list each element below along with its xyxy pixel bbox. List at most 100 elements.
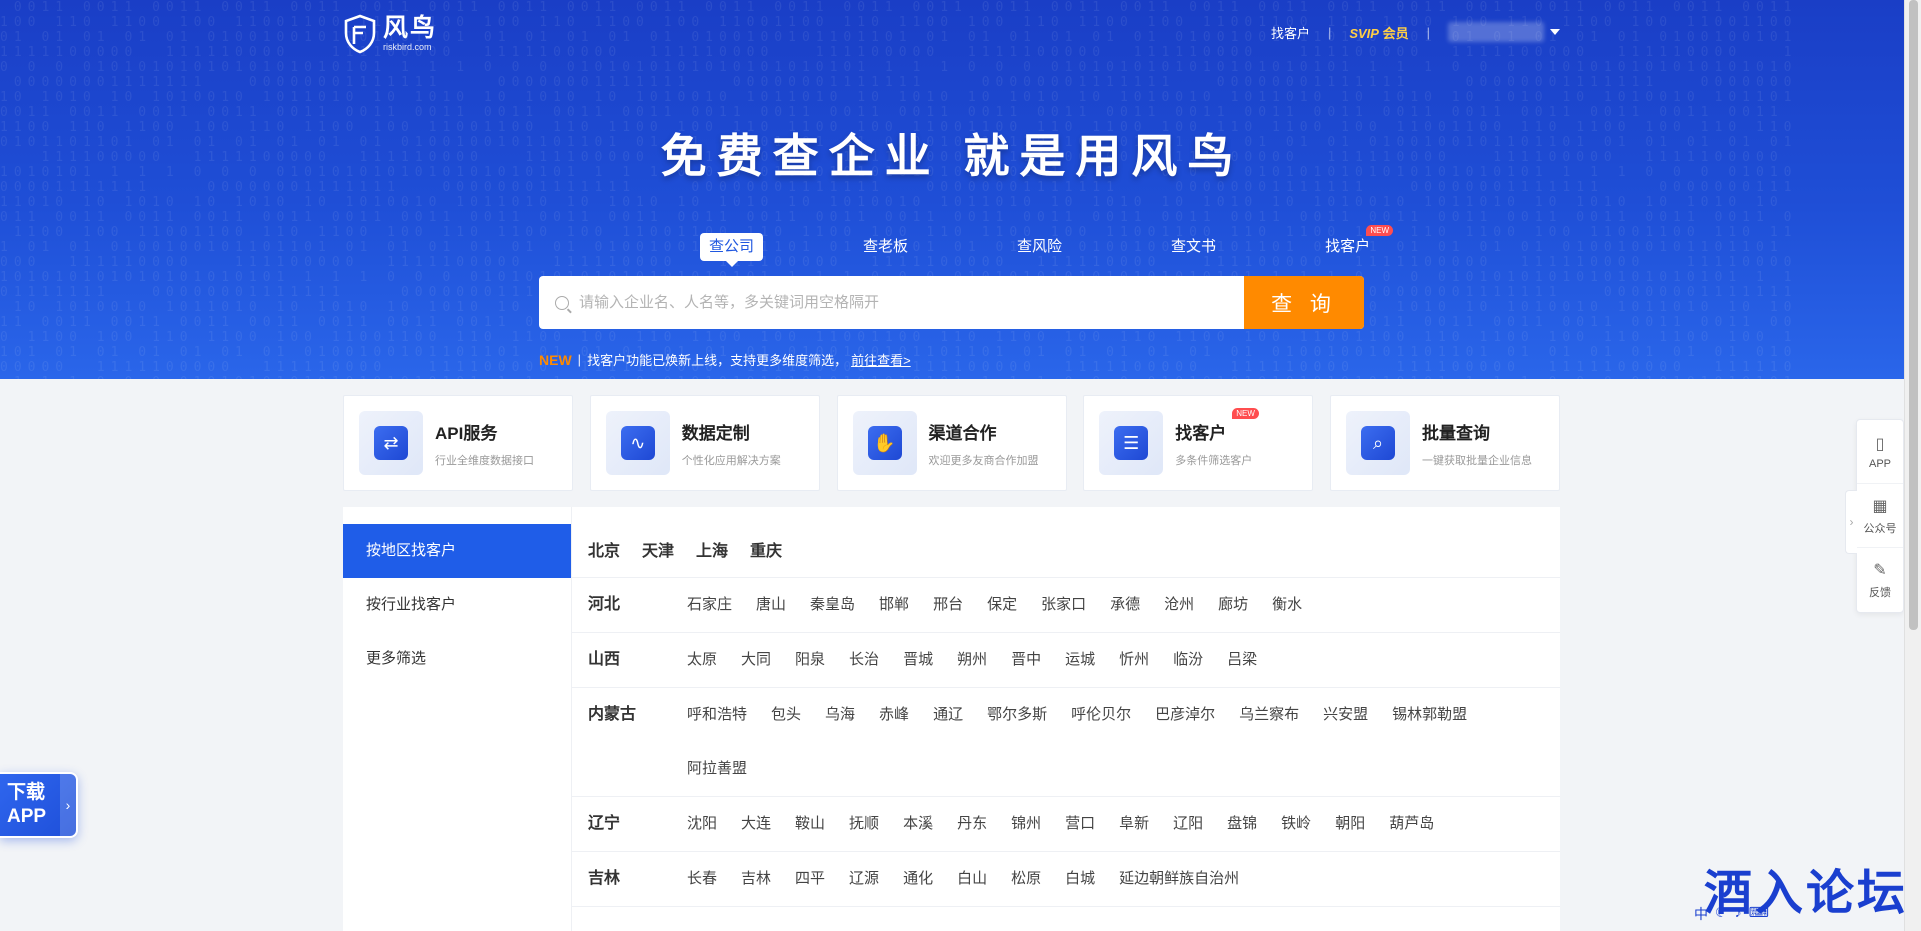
city-link[interactable]: 晋中 xyxy=(1011,633,1041,687)
city-link[interactable]: 临汾 xyxy=(1173,633,1203,687)
city-link[interactable]: 营口 xyxy=(1065,797,1095,851)
province-name[interactable]: 山西 xyxy=(588,633,687,687)
chevron-right-icon[interactable]: › xyxy=(1845,490,1857,554)
city-link[interactable]: 阜新 xyxy=(1119,797,1149,851)
search-button[interactable]: 查 询 xyxy=(1244,276,1364,329)
city-link[interactable]: 兴安盟 xyxy=(1323,688,1368,742)
tab-risk[interactable]: 查风险 xyxy=(1008,233,1071,261)
city-link[interactable]: 吕梁 xyxy=(1227,633,1257,687)
city-link[interactable]: 盘锦 xyxy=(1227,797,1257,851)
city-link[interactable]: 张家口 xyxy=(1041,578,1086,632)
province-name[interactable]: 吉林 xyxy=(588,852,687,906)
city-link[interactable]: 太原 xyxy=(687,633,717,687)
province-name[interactable]: 辽宁 xyxy=(588,797,687,851)
logo[interactable]: 风鸟 riskbird.com xyxy=(343,14,437,54)
city-link[interactable]: 邢台 xyxy=(933,578,963,632)
search-tabs: 查公司 查老板 查风险 查文书 找客户 NEW xyxy=(700,225,1470,267)
city-link[interactable]: 辽源 xyxy=(849,852,879,906)
city-link[interactable]: 长治 xyxy=(849,633,879,687)
municipality-link[interactable]: 天津 xyxy=(642,537,674,561)
new-badge: NEW xyxy=(1232,408,1259,419)
sidebar-item-by-region[interactable]: 按地区找客户 xyxy=(343,524,571,578)
tab-company[interactable]: 查公司 xyxy=(700,233,764,267)
notice-link[interactable]: 前往查看> xyxy=(851,350,911,369)
municipality-link[interactable]: 北京 xyxy=(588,537,620,561)
page-scrollbar[interactable] xyxy=(1904,0,1921,931)
city-link[interactable]: 本溪 xyxy=(903,797,933,851)
city-link[interactable]: 大同 xyxy=(741,633,771,687)
sidebar: 按地区找客户 按行业找客户 更多筛选 xyxy=(343,507,572,931)
svip-link[interactable]: SVIP 会员 xyxy=(1349,23,1408,42)
service-card-batch-query[interactable]: ⌕ 批量查询 一键获取批量企业信息 xyxy=(1330,395,1560,491)
city-link[interactable]: 朔州 xyxy=(957,633,987,687)
city-link[interactable]: 延边朝鲜族自治州 xyxy=(1119,852,1239,906)
city-link[interactable]: 廊坊 xyxy=(1218,578,1248,632)
download-app-button[interactable]: 下载 APP › xyxy=(0,772,78,838)
city-link[interactable]: 通辽 xyxy=(933,688,963,742)
float-wechat[interactable]: ▦ 公众号 xyxy=(1857,484,1903,548)
city-link[interactable]: 锡林郭勒盟 xyxy=(1392,688,1467,742)
city-link[interactable]: 通化 xyxy=(903,852,933,906)
sidebar-item-by-industry[interactable]: 按行业找客户 xyxy=(343,578,571,632)
city-link[interactable]: 石家庄 xyxy=(687,578,732,632)
city-link[interactable]: 包头 xyxy=(771,688,801,742)
city-link[interactable]: 朝阳 xyxy=(1335,797,1365,851)
city-link[interactable]: 沈阳 xyxy=(687,797,717,851)
city-link[interactable]: 四平 xyxy=(795,852,825,906)
city-link[interactable]: 锦州 xyxy=(1011,797,1041,851)
city-link[interactable]: 松原 xyxy=(1011,852,1041,906)
user-name-blurred[interactable] xyxy=(1448,22,1544,42)
city-link[interactable]: 唐山 xyxy=(756,578,786,632)
phone-icon: ▯ xyxy=(1875,435,1885,453)
city-link[interactable]: 葫芦岛 xyxy=(1389,797,1434,851)
service-card-data-custom[interactable]: ∿ 数据定制 个性化应用解决方案 xyxy=(589,395,820,491)
city-link[interactable]: 邯郸 xyxy=(879,578,909,632)
city-link[interactable]: 长春 xyxy=(687,852,717,906)
tab-boss[interactable]: 查老板 xyxy=(854,233,917,261)
city-link[interactable]: 阳泉 xyxy=(795,633,825,687)
city-link[interactable]: 乌兰察布 xyxy=(1239,688,1299,742)
city-link[interactable]: 抚顺 xyxy=(849,797,879,851)
municipality-link[interactable]: 重庆 xyxy=(750,537,782,561)
city-link[interactable]: 秦皇岛 xyxy=(810,578,855,632)
float-feedback[interactable]: ✎ 反馈 xyxy=(1857,548,1903,612)
city-link[interactable]: 沧州 xyxy=(1164,578,1194,632)
city-link[interactable]: 乌海 xyxy=(825,688,855,742)
city-link[interactable]: 巴彦淖尔 xyxy=(1155,688,1215,742)
city-link[interactable]: 丹东 xyxy=(957,797,987,851)
city-link[interactable]: 鞍山 xyxy=(795,797,825,851)
city-link[interactable]: 赤峰 xyxy=(879,688,909,742)
province-name[interactable]: 河北 xyxy=(588,578,687,632)
city-link[interactable]: 承德 xyxy=(1110,578,1140,632)
city-link[interactable]: 大连 xyxy=(741,797,771,851)
city-link[interactable]: 鄂尔多斯 xyxy=(987,688,1047,742)
chevron-down-icon[interactable] xyxy=(1550,29,1560,35)
search-input[interactable] xyxy=(579,276,1244,329)
city-link[interactable]: 呼伦贝尔 xyxy=(1071,688,1131,742)
city-link[interactable]: 晋城 xyxy=(903,633,933,687)
sidebar-item-more-filters[interactable]: 更多筛选 xyxy=(343,632,571,686)
city-link[interactable]: 保定 xyxy=(987,578,1017,632)
service-card-channel[interactable]: ✋ 渠道合作 欢迎更多友商合作加盟 xyxy=(836,395,1067,491)
province-name[interactable]: 内蒙古 xyxy=(588,688,687,796)
city-link[interactable]: 铁岭 xyxy=(1281,797,1311,851)
city-link[interactable]: 衡水 xyxy=(1272,578,1302,632)
city-link[interactable]: 白城 xyxy=(1065,852,1095,906)
city-link[interactable]: 白山 xyxy=(957,852,987,906)
tab-find-customers[interactable]: 找客户 NEW xyxy=(1316,225,1394,261)
find-customers-link[interactable]: 找客户 xyxy=(1271,23,1310,42)
service-subtitle: 一键获取批量企业信息 xyxy=(1422,454,1532,467)
float-app[interactable]: ▯ APP xyxy=(1857,420,1903,484)
city-link[interactable]: 阿拉善盟 xyxy=(687,742,747,796)
city-link[interactable]: 呼和浩特 xyxy=(687,688,747,742)
city-link[interactable]: 辽阳 xyxy=(1173,797,1203,851)
municipality-link[interactable]: 上海 xyxy=(696,537,728,561)
city-link[interactable]: 忻州 xyxy=(1119,633,1149,687)
city-link[interactable]: 吉林 xyxy=(741,852,771,906)
service-card-api[interactable]: ⇄ API服务 行业全维度数据接口 xyxy=(343,395,573,491)
tab-label: 查文书 xyxy=(1171,238,1217,255)
scrollbar-thumb[interactable] xyxy=(1909,0,1918,630)
service-card-find-customers[interactable]: ☰ 找客户 多条件筛选客户 NEW xyxy=(1083,395,1314,491)
city-link[interactable]: 运城 xyxy=(1065,633,1095,687)
tab-documents[interactable]: 查文书 xyxy=(1162,233,1225,261)
